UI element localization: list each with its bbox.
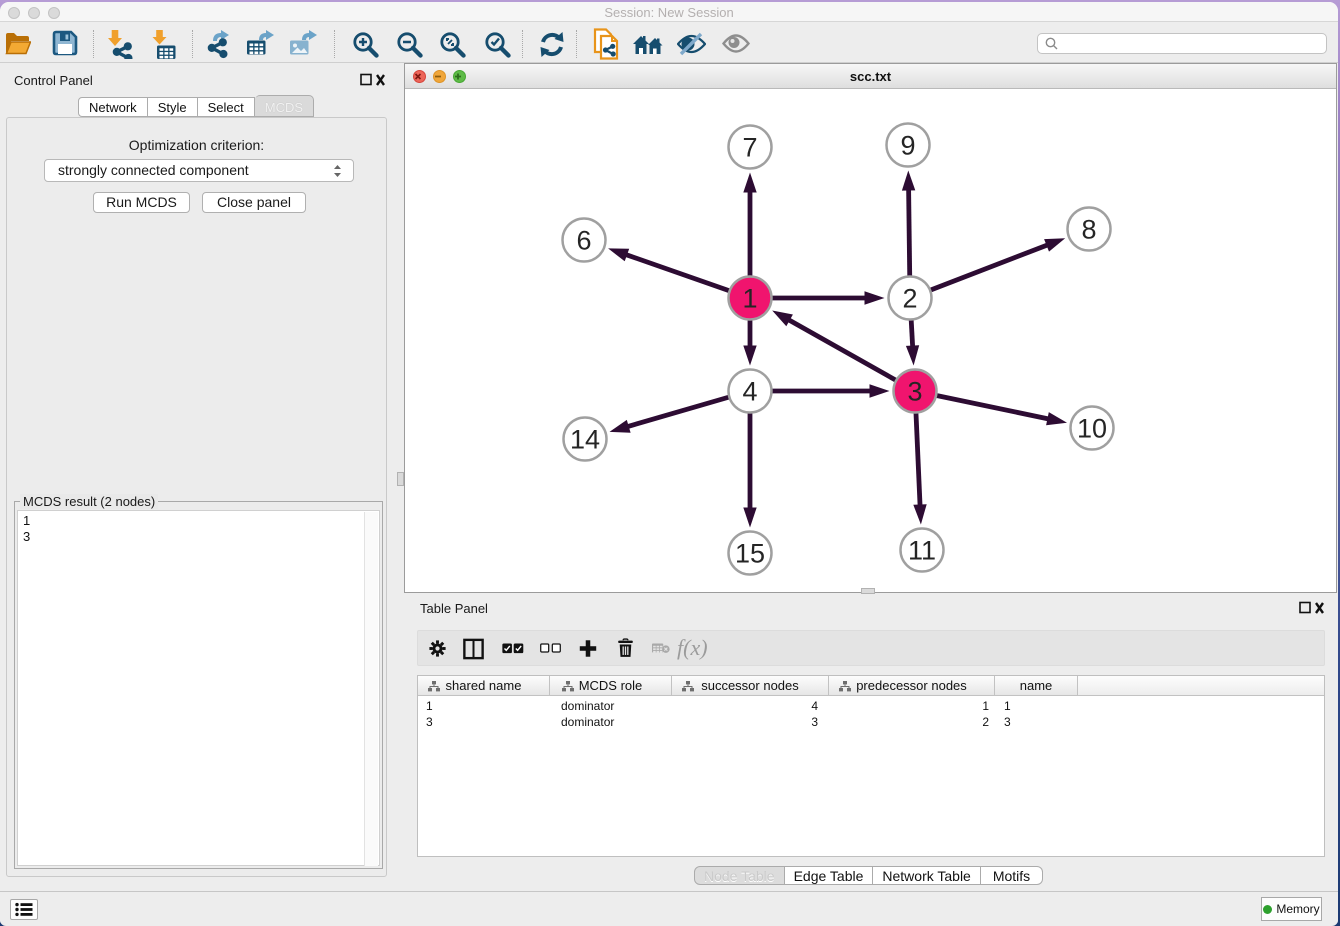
svg-text:10: 10 [1077, 414, 1107, 444]
svg-text:3: 3 [907, 377, 922, 407]
svg-text:8: 8 [1081, 215, 1096, 245]
svg-text:6: 6 [576, 226, 591, 256]
svg-text:14: 14 [570, 425, 600, 455]
svg-text:4: 4 [742, 377, 757, 407]
svg-text:2: 2 [902, 284, 917, 314]
svg-text:7: 7 [742, 133, 757, 163]
svg-text:11: 11 [908, 536, 936, 566]
svg-text:15: 15 [735, 539, 765, 569]
svg-text:9: 9 [900, 131, 915, 161]
svg-text:1: 1 [742, 284, 757, 314]
